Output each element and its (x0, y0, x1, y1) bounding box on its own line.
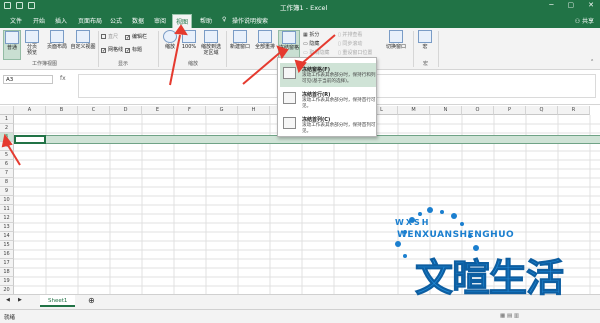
page-layout-view-button[interactable]: 页面布局 (46, 30, 68, 50)
add-sheet-icon[interactable]: ⊕ (88, 296, 95, 305)
menu-item-freeze-first-column[interactable]: 冻结首列(C) 滚动工作表其余部分时，保持首列可见。 (280, 113, 376, 137)
gridlines-checkbox[interactable]: ✓ 网格线 (101, 46, 123, 54)
close-icon[interactable]: ✕ (588, 1, 594, 9)
custom-views-icon (76, 30, 90, 43)
tab-page-layout[interactable]: 页面布局 (78, 16, 102, 25)
view-buttons-icon[interactable]: ▦ ▤ ▥ (500, 313, 519, 319)
checkbox-checked-icon: ✓ (125, 48, 131, 54)
group-label-macros: 宏 (423, 61, 429, 67)
group-label-workbook-views: 工作簿视图 (32, 61, 58, 67)
status-bar: 就绪 ▦ ▤ ▥ (0, 309, 600, 323)
tab-insert[interactable]: 插入 (55, 16, 67, 25)
tab-file[interactable]: 文件 (10, 16, 22, 25)
window-controls: ─ ▢ ✕ (549, 1, 594, 9)
normal-view-button[interactable]: 普通 (3, 30, 21, 60)
status-ready: 就绪 (4, 315, 16, 321)
page-layout-icon (50, 30, 64, 43)
magnifier-icon (163, 30, 177, 43)
new-window-button[interactable]: 新建窗口 (229, 30, 251, 50)
menu-item-freeze-panes[interactable]: 冻结窗格(F) 滚动工作表其余部分时，保持行和列可见(基于当前的选择)。 (280, 63, 376, 87)
tab-home[interactable]: 开始 (33, 16, 45, 25)
zoom-to-selection-button[interactable]: 缩放到选定区域 (200, 30, 222, 56)
name-box[interactable]: A3 (3, 75, 53, 84)
active-cell-a3[interactable] (14, 135, 46, 144)
save-icon[interactable] (4, 2, 11, 9)
page-break-icon (25, 30, 39, 43)
watermark-logo: 文暄生活 (414, 256, 564, 301)
person-icon: ⚇ (574, 18, 582, 25)
fx-icon[interactable]: fx (60, 75, 66, 82)
freeze-top-row-icon (283, 92, 296, 104)
zoom-100-icon (182, 30, 196, 43)
quick-access-toolbar (4, 2, 35, 9)
lightbulb-icon: ♀ (222, 16, 227, 23)
tab-formulas[interactable]: 公式 (110, 16, 122, 25)
checkbox-checked-icon: ✓ (125, 35, 131, 41)
tell-me-search[interactable]: 操作说明搜索 (232, 16, 268, 25)
group-label-zoom: 缩放 (188, 61, 199, 67)
group-divider (226, 31, 227, 67)
tab-review[interactable]: 审阅 (154, 16, 166, 25)
tab-view[interactable]: 视图 (172, 14, 193, 28)
freeze-panes-icon (282, 31, 296, 44)
side-by-side-button[interactable]: ▯ 并排查看 (338, 31, 362, 38)
watermark-pinyin: WENXUANSHENGHUO (397, 230, 515, 240)
freeze-panes-icon (283, 67, 296, 79)
group-divider (158, 31, 159, 67)
undo-icon[interactable] (16, 2, 23, 9)
unhide-button[interactable]: ▭ 取消隐藏 (303, 49, 329, 56)
hide-button[interactable]: ▭ 隐藏 (303, 40, 319, 47)
switch-windows-button[interactable]: 切换窗口 (385, 30, 407, 50)
custom-views-button[interactable]: 自定义视图 (70, 30, 96, 50)
redo-icon[interactable] (28, 2, 35, 9)
minimize-icon[interactable]: ─ (549, 1, 553, 9)
ruler-checkbox[interactable]: 直尺 (101, 33, 118, 40)
prev-sheet-icon[interactable]: ◀ (6, 297, 10, 303)
ribbon-tabs: 文件 开始 插入 页面布局 公式 数据 审阅 视图 帮助 ♀ 操作说明搜索 ⚇ … (0, 13, 600, 28)
freeze-panes-menu: 冻结窗格(F) 滚动工作表其余部分时，保持行和列可见(基于当前的选择)。 冻结首… (277, 57, 377, 137)
switch-windows-icon (389, 30, 403, 43)
maximize-icon[interactable]: ▢ (568, 1, 575, 9)
group-divider (98, 31, 99, 67)
window-title: 工作簿1 - Excel (280, 4, 328, 12)
sync-scroll-button[interactable]: ▯ 同步滚动 (338, 40, 362, 47)
macro-icon (418, 30, 432, 43)
formula-bar-checkbox[interactable]: ✓ 编辑栏 (125, 33, 147, 41)
reset-window-position-button[interactable]: ▯ 重设窗口位置 (338, 49, 372, 56)
arrange-all-button[interactable]: 全部重排 (254, 30, 276, 50)
split-button[interactable]: ▦ 拆分 (303, 31, 319, 38)
checkbox-icon (101, 34, 106, 39)
arrange-all-icon (258, 30, 272, 43)
tab-help[interactable]: 帮助 (200, 16, 212, 25)
title-bar: 工作簿1 - Excel ─ ▢ ✕ (0, 0, 600, 13)
zoom-selection-icon (204, 30, 218, 43)
checkbox-checked-icon: ✓ (101, 48, 107, 54)
zoom-button[interactable]: 缩放 (163, 30, 177, 50)
page-break-preview-button[interactable]: 分页预览 (23, 30, 41, 56)
sheet-tab-sheet1[interactable]: Sheet1 (40, 295, 76, 307)
group-divider (438, 31, 439, 67)
collapse-ribbon-icon[interactable]: ⌃ (590, 59, 594, 65)
tab-data[interactable]: 数据 (132, 16, 144, 25)
freeze-panes-button[interactable]: 冻结窗格 (278, 30, 300, 60)
new-window-icon (233, 30, 247, 43)
menu-item-freeze-top-row[interactable]: 冻结首行(R) 滚动工作表其余部分时，保持首行可见。 (280, 88, 376, 112)
watermark-letters: WXSH (395, 218, 431, 227)
normal-view-icon (5, 31, 19, 44)
share-button[interactable]: ⚇ 共享 (575, 16, 594, 25)
group-label-show: 显示 (118, 61, 129, 67)
next-sheet-icon[interactable]: ▶ (18, 297, 22, 303)
freeze-first-column-icon (283, 117, 296, 129)
zoom-100-button[interactable]: 100% (180, 30, 198, 50)
macros-button[interactable]: 宏 (418, 30, 432, 50)
group-divider (413, 31, 414, 67)
headings-checkbox[interactable]: ✓ 标题 (125, 46, 142, 54)
